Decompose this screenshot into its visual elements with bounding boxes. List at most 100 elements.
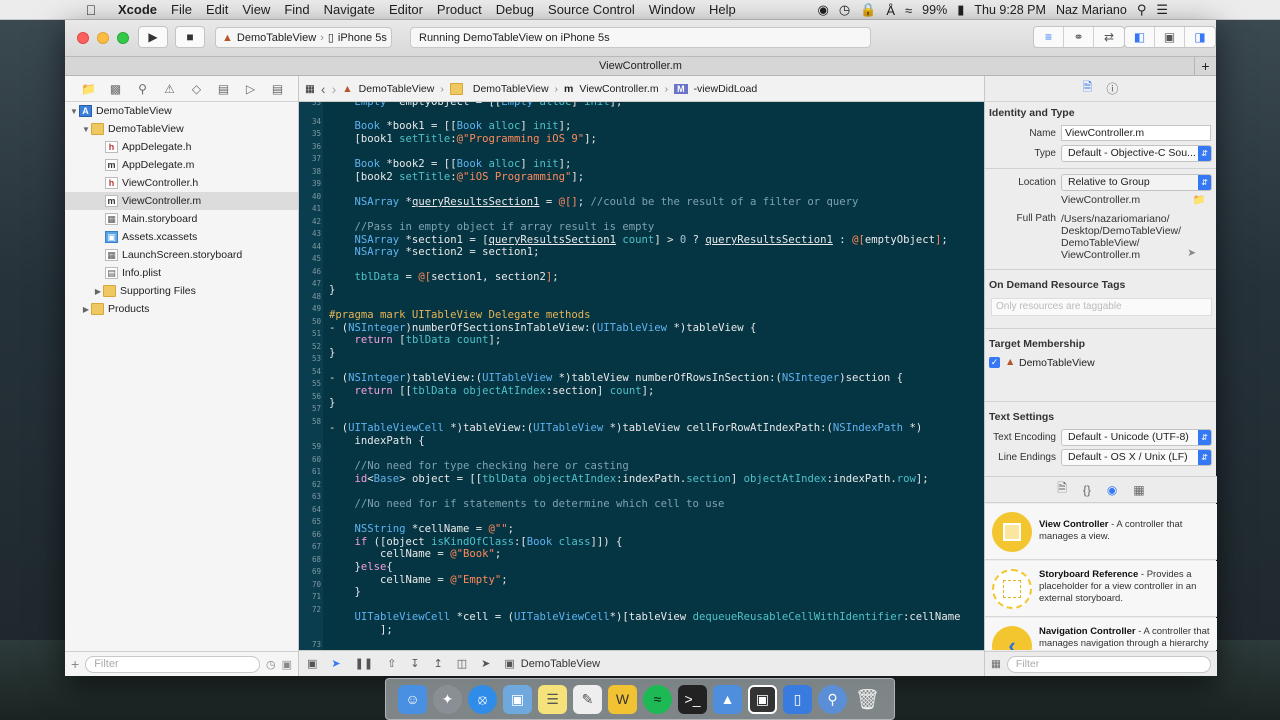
step-over-icon[interactable]: ⇧ bbox=[387, 657, 396, 670]
scheme-selector[interactable]: ▲ DemoTableView › ▯ iPhone 5s bbox=[215, 27, 392, 48]
scm-filter-icon[interactable]: ▣ bbox=[282, 658, 292, 671]
file-template-library-icon[interactable]: 🗎 bbox=[1057, 479, 1067, 500]
tree-item-project[interactable]: ▼ A DemoTableView bbox=[65, 102, 298, 120]
utilities-toggle-icon[interactable]: ◨ bbox=[1185, 27, 1215, 47]
navigator-toggle-icon[interactable]: ◧ bbox=[1125, 27, 1155, 47]
navigator-filter-input[interactable]: Filter bbox=[85, 655, 260, 673]
related-items-icon[interactable]: ▦ bbox=[305, 83, 315, 95]
menu-edit[interactable]: Edit bbox=[206, 2, 228, 17]
choose-folder-icon[interactable]: 📁 bbox=[1193, 193, 1206, 206]
menu-find[interactable]: Find bbox=[284, 2, 309, 17]
add-file-icon[interactable]: + bbox=[71, 656, 79, 672]
preview-icon[interactable]: ▣ bbox=[503, 684, 532, 714]
tree-item-file[interactable]: ▦ LaunchScreen.storyboard bbox=[65, 246, 298, 264]
debug-area-toggle-icon[interactable]: ▣ bbox=[1155, 27, 1185, 47]
assistant-editor-icon[interactable]: ⚭ bbox=[1064, 27, 1094, 47]
app-menu[interactable]: Xcode bbox=[118, 2, 157, 17]
reveal-in-finder-icon[interactable]: ➤ bbox=[1187, 247, 1196, 259]
close-window-button[interactable] bbox=[77, 32, 89, 44]
tree-item-file[interactable]: h ViewController.h bbox=[65, 174, 298, 192]
file-inspector-icon[interactable]: 🗎 bbox=[1083, 78, 1093, 99]
version-editor-icon[interactable]: ⇄ bbox=[1094, 27, 1124, 47]
step-out-icon[interactable]: ↥ bbox=[434, 657, 443, 670]
tab-viewcontroller-m[interactable]: ViewController.m bbox=[599, 60, 682, 72]
launchpad-icon[interactable]: ✦ bbox=[433, 684, 462, 714]
terminal-icon[interactable]: >_ bbox=[678, 684, 707, 714]
lineend-popup[interactable]: Default - OS X / Unix (LF) ⇵ bbox=[1061, 449, 1212, 466]
view-debugger-icon[interactable]: ◫ bbox=[457, 657, 467, 670]
scheme-target[interactable]: DemoTableView bbox=[237, 32, 316, 44]
hide-debug-area-icon[interactable]: ▣ bbox=[307, 657, 317, 670]
project-navigator-icon[interactable]: 📁 bbox=[75, 82, 102, 96]
lock-icon[interactable]: 🔒 bbox=[860, 2, 876, 18]
safari-icon[interactable]: ⦻ bbox=[468, 684, 497, 714]
recent-files-icon[interactable]: ◷ bbox=[266, 658, 276, 671]
battery-icon[interactable]: ▮ bbox=[957, 2, 964, 18]
wifi-icon[interactable]: ≈ bbox=[905, 3, 912, 18]
media-library-icon[interactable]: ▦ bbox=[1133, 483, 1144, 497]
grid-view-icon[interactable]: ▦ bbox=[991, 658, 1001, 670]
target-checkbox[interactable]: ✓ bbox=[989, 357, 1000, 368]
tree-item-file[interactable]: ▤ Info.plist bbox=[65, 264, 298, 282]
debug-target-label[interactable]: DemoTableView bbox=[521, 658, 600, 670]
tree-item-file[interactable]: ▣ Assets.xcassets bbox=[65, 228, 298, 246]
simulator-icon[interactable]: ▯ bbox=[783, 684, 812, 714]
menubar-clock[interactable]: Thu 9:28 PM bbox=[974, 3, 1046, 17]
library-item-navigation-controller[interactable]: ‹ Navigation Controller - A controller t… bbox=[985, 618, 1217, 650]
quicktime-icon[interactable]: ⚲ bbox=[818, 684, 847, 714]
menu-view[interactable]: View bbox=[242, 2, 270, 17]
source-editor[interactable]: 33 34 35 36 37 38 39 40 41 42 43 44 45 46 47 48 49 50 51 52… bbox=[299, 102, 984, 650]
menubar-user[interactable]: Naz Mariano bbox=[1056, 3, 1127, 17]
disclosure-open-icon[interactable]: ▼ bbox=[69, 107, 79, 116]
breadcrumb-method[interactable]: -viewDidLoad bbox=[694, 83, 758, 95]
menu-editor[interactable]: Editor bbox=[389, 2, 423, 17]
menu-source-control[interactable]: Source Control bbox=[548, 2, 635, 17]
library-item-view-controller[interactable]: View Controller - A controller that mana… bbox=[985, 504, 1217, 560]
spotlight-search-icon[interactable]: ⚲ bbox=[1137, 2, 1147, 18]
menu-debug[interactable]: Debug bbox=[496, 2, 534, 17]
time-machine-icon[interactable]: ◷ bbox=[839, 2, 850, 18]
notification-center-icon[interactable]: ☰ bbox=[1156, 2, 1168, 18]
xcode-dock-icon[interactable]: ▲ bbox=[713, 684, 742, 714]
back-icon[interactable]: ‹ bbox=[321, 81, 326, 97]
library-item-storyboard-reference[interactable]: Storyboard Reference - Provides a placeh… bbox=[985, 561, 1217, 617]
finder-icon[interactable]: ☺ bbox=[398, 684, 427, 714]
minimize-window-button[interactable] bbox=[97, 32, 109, 44]
object-library-icon[interactable]: ◉ bbox=[1107, 483, 1117, 497]
breadcrumb-file[interactable]: ViewController.m bbox=[579, 83, 658, 95]
tree-item-file[interactable]: m AppDelegate.m bbox=[65, 156, 298, 174]
menu-navigate[interactable]: Navigate bbox=[324, 2, 375, 17]
menu-file[interactable]: File bbox=[171, 2, 192, 17]
disclosure-open-icon[interactable]: ▼ bbox=[81, 125, 91, 134]
type-popup[interactable]: Default - Objective-C Sou... ⇵ bbox=[1061, 145, 1212, 162]
menu-help[interactable]: Help bbox=[709, 2, 736, 17]
tree-item-group[interactable]: ▼ DemoTableView bbox=[65, 120, 298, 138]
apple-menu-icon[interactable]:  bbox=[82, 2, 100, 18]
disclosure-closed-icon[interactable]: ▶ bbox=[93, 287, 103, 296]
disclosure-closed-icon[interactable]: ▶ bbox=[81, 305, 91, 314]
notes-icon[interactable]: ☰ bbox=[538, 684, 567, 714]
forward-icon[interactable]: › bbox=[332, 81, 337, 97]
spotify-icon[interactable]: ≈ bbox=[643, 684, 672, 714]
tree-item-file[interactable]: h AppDelegate.h bbox=[65, 138, 298, 156]
odr-tags-field[interactable]: Only resources are taggable bbox=[991, 298, 1212, 316]
location-icon[interactable]: ➤ bbox=[481, 657, 490, 670]
run-button[interactable]: ▶ bbox=[138, 26, 168, 48]
issue-navigator-icon[interactable]: ⚠ bbox=[156, 82, 183, 96]
stop-button[interactable]: ■ bbox=[175, 26, 205, 48]
symbol-navigator-icon[interactable]: ▩ bbox=[102, 82, 129, 96]
trash-icon[interactable]: 🗑 bbox=[853, 685, 882, 714]
pause-icon[interactable]: ❚❚ bbox=[355, 657, 373, 670]
app-icon[interactable]: W bbox=[608, 684, 637, 714]
breadcrumb-group[interactable]: DemoTableView bbox=[473, 83, 549, 95]
step-into-icon[interactable]: ↧ bbox=[410, 657, 419, 670]
breakpoints-toggle-icon[interactable]: ➤ bbox=[331, 657, 340, 670]
code-snippet-library-icon[interactable]: {} bbox=[1083, 483, 1091, 497]
report-navigator-icon[interactable]: ▤ bbox=[264, 82, 291, 96]
standard-editor-icon[interactable]: ≡ bbox=[1034, 27, 1064, 47]
app-icon[interactable]: ▣ bbox=[748, 684, 777, 714]
location-popup[interactable]: Relative to Group ⇵ bbox=[1061, 174, 1212, 191]
encoding-popup[interactable]: Default - Unicode (UTF-8) ⇵ bbox=[1061, 429, 1212, 446]
name-field[interactable]: ViewController.m bbox=[1061, 125, 1211, 141]
line-number-gutter[interactable]: 33 34 35 36 37 38 39 40 41 42 43 44 45 46 47 48 49 50 51 52… bbox=[299, 102, 323, 650]
